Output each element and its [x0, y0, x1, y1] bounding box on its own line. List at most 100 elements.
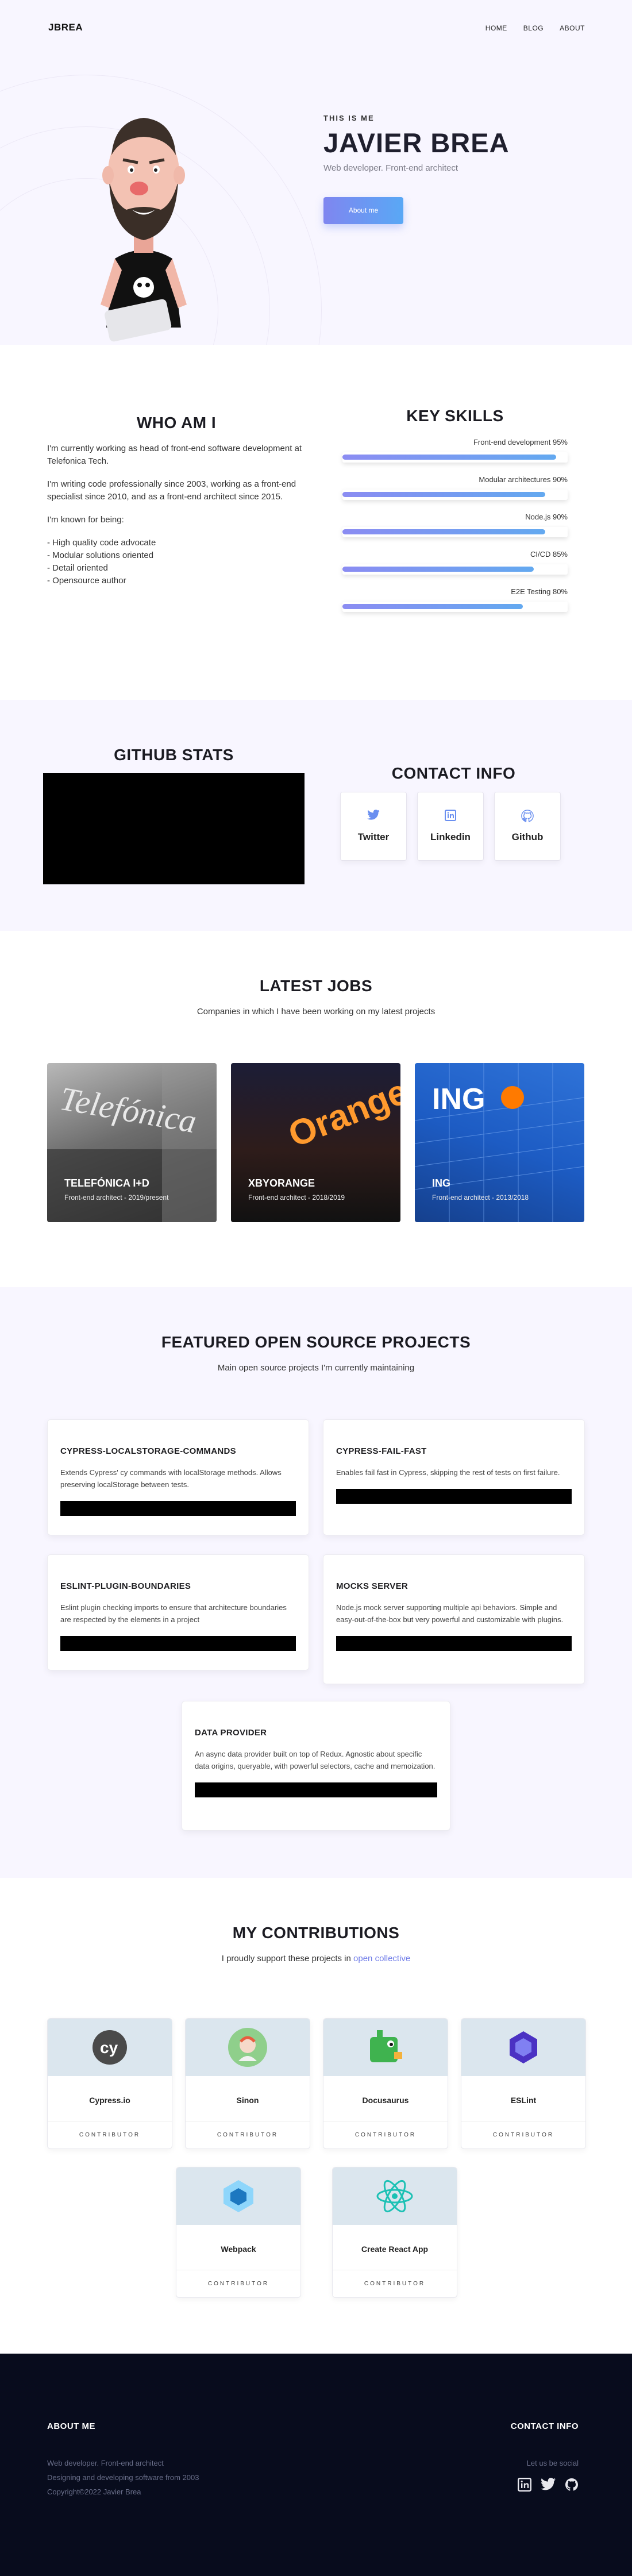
- top-navigation: JBREA HOME BLOG ABOUT: [0, 0, 632, 57]
- avatar-illustration: [101, 118, 187, 342]
- project-badges-image: [195, 1782, 437, 1797]
- contrib-card-eslint[interactable]: ESLint CONTRIBUTOR: [461, 2018, 586, 2149]
- project-card-cypress-localstorage[interactable]: CYPRESS-LOCALSTORAGE-COMMANDS Extends Cy…: [47, 1419, 309, 1535]
- sinon-icon: [228, 2028, 267, 2067]
- hero-eyebrow: THIS IS ME: [323, 114, 375, 122]
- contrib-logo-area: [323, 2019, 448, 2076]
- footer-contact-title: CONTACT INFO: [510, 2421, 579, 2431]
- job-card-telefonica[interactable]: Telefónica TELEFÓNICA I+D Front-end arch…: [47, 1063, 217, 1222]
- open-collective-link[interactable]: open collective: [353, 1954, 410, 1963]
- ing-sign: ING: [432, 1083, 485, 1116]
- contrib-role: CONTRIBUTOR: [48, 2121, 172, 2148]
- project-card-cypress-fail-fast[interactable]: CYPRESS-FAIL-FAST Enables fail fast in C…: [323, 1419, 585, 1535]
- skill-item: CI/CD 85%: [342, 550, 568, 575]
- footer-about: ABOUT ME Web developer. Front-end archit…: [47, 2421, 199, 2496]
- job-card-xbyorange[interactable]: Orange XBYORANGE Front-end architect - 2…: [231, 1063, 400, 1222]
- contrib-name: Docusaurus: [362, 2096, 409, 2105]
- project-description: Extends Cypress' cy commands with localS…: [60, 1468, 282, 1489]
- project-badges-image: [336, 1489, 572, 1504]
- project-badges-image: [336, 1636, 572, 1651]
- trait-item: - Opensource author: [47, 576, 126, 586]
- contact-cards: Twitter Linkedin Github: [340, 792, 561, 861]
- github-icon[interactable]: [565, 2478, 579, 2492]
- skill-bar-track: [342, 602, 568, 612]
- orange-sign: Orange: [283, 1072, 400, 1155]
- who-paragraph: I'm writing code professionally since 20…: [47, 479, 296, 502]
- footer-about-line: Designing and developing software from 2…: [47, 2473, 199, 2482]
- contrib-role: CONTRIBUTOR: [461, 2121, 585, 2148]
- trait-item: - High quality code advocate: [47, 538, 156, 548]
- jobs-subtitle: Companies in which I have been working o…: [196, 1007, 436, 1016]
- trait-item: - Detail oriented: [47, 563, 108, 573]
- skill-bar-fill: [342, 492, 545, 497]
- project-card-mocks-server[interactable]: MOCKS SERVER Node.js mock server support…: [323, 1554, 585, 1684]
- who-paragraph: I'm known for being:: [47, 515, 124, 525]
- footer-social-links: [511, 2478, 579, 2492]
- svg-text:cy: cy: [100, 2039, 118, 2057]
- footer-contact: CONTACT INFO Let us be social: [511, 2421, 579, 2492]
- contact-card-twitter[interactable]: Twitter: [340, 792, 407, 861]
- project-description: Enables fail fast in Cypress, skipping t…: [336, 1468, 560, 1477]
- project-name: ESLINT-PLUGIN-BOUNDARIES: [60, 1581, 191, 1591]
- contrib-name: Webpack: [221, 2244, 256, 2254]
- footer-about-line: Copyright©2022 Javier Brea: [47, 2488, 141, 2496]
- contrib-logo-area: cy: [48, 2019, 172, 2076]
- skill-label: E2E Testing 80%: [511, 587, 568, 596]
- contributions-subtitle: I proudly support these projects in open…: [0, 1954, 632, 1963]
- github-stats-title: GITHUB STATS: [114, 746, 234, 764]
- nav-link-home[interactable]: HOME: [485, 24, 507, 32]
- linkedin-icon[interactable]: [518, 2478, 531, 2492]
- job-card-ing[interactable]: ING ING Front-end architect - 2013/2018: [415, 1063, 584, 1222]
- contrib-role: CONTRIBUTOR: [323, 2121, 448, 2148]
- twitter-icon: [341, 810, 406, 823]
- skill-item: Front-end development 95%: [342, 438, 568, 463]
- skills-title: KEY SKILLS: [406, 407, 504, 425]
- contrib-role: CONTRIBUTOR: [186, 2121, 310, 2148]
- footer-about-line: Web developer. Front-end architect: [47, 2459, 164, 2467]
- hero-subtitle: Web developer. Front-end architect: [323, 163, 458, 173]
- skill-list: Front-end development 95% Modular archite…: [342, 438, 568, 612]
- hero-text: THIS IS ME JAVIER BREA Web developer. Fr…: [323, 114, 510, 224]
- project-description: Eslint plugin checking imports to ensure…: [60, 1603, 287, 1624]
- job-meta: Front-end architect - 2018/2019: [248, 1193, 345, 1202]
- skill-label: Front-end development 95%: [473, 438, 568, 446]
- contrib-card-create-react-app[interactable]: Create React App CONTRIBUTOR: [332, 2167, 457, 2298]
- contrib-name: ESLint: [510, 2096, 537, 2105]
- skill-label: CI/CD 85%: [530, 550, 568, 559]
- traits-list: - High quality code advocate - Modular s…: [47, 537, 306, 587]
- contrib-name: Sinon: [236, 2096, 259, 2105]
- project-card-eslint-boundaries[interactable]: ESLINT-PLUGIN-BOUNDARIES Eslint plugin c…: [47, 1554, 309, 1670]
- site-logo[interactable]: JBREA: [48, 22, 83, 33]
- contrib-card-docusaurus[interactable]: Docusaurus CONTRIBUTOR: [323, 2018, 448, 2149]
- job-meta: Front-end architect - 2019/present: [64, 1193, 169, 1202]
- who-paragraph: I'm currently working as head of front-e…: [47, 444, 302, 466]
- about-me-button[interactable]: About me: [323, 197, 403, 224]
- who-title: WHO AM I: [136, 414, 217, 432]
- contact-card-github[interactable]: Github: [494, 792, 561, 861]
- contrib-card-sinon[interactable]: Sinon CONTRIBUTOR: [185, 2018, 310, 2149]
- contrib-card-webpack[interactable]: Webpack CONTRIBUTOR: [176, 2167, 301, 2298]
- skill-item: E2E Testing 80%: [342, 587, 568, 612]
- twitter-icon[interactable]: [541, 2478, 556, 2490]
- nav-link-blog[interactable]: BLOG: [523, 24, 544, 32]
- contact-card-linkedin[interactable]: Linkedin: [417, 792, 484, 861]
- skill-label: Modular architectures 90%: [479, 475, 568, 484]
- projects-title: FEATURED OPEN SOURCE PROJECTS: [161, 1333, 471, 1351]
- project-badges-image: [60, 1501, 296, 1516]
- footer: ABOUT ME Web developer. Front-end archit…: [0, 2354, 632, 2576]
- github-icon: [495, 810, 560, 823]
- who-am-i: WHO AM I I'm currently working as head o…: [47, 414, 306, 587]
- docusaurus-icon: [370, 2030, 402, 2062]
- skill-bar-track: [342, 490, 568, 500]
- nav-link-about[interactable]: ABOUT: [560, 24, 585, 32]
- contrib-card-cypress[interactable]: cy Cypress.io CONTRIBUTOR: [47, 2018, 172, 2149]
- contributions-subtitle-text: I proudly support these projects in: [221, 1954, 351, 1963]
- project-card-data-provider[interactable]: DATA PROVIDER An async data provider bui…: [182, 1701, 450, 1831]
- cypress-icon: cy: [93, 2030, 127, 2065]
- linkedin-icon: [418, 810, 483, 823]
- hero-name: JAVIER BREA: [323, 128, 510, 158]
- project-badges-image: [60, 1636, 296, 1651]
- contrib-logo-area: [176, 2167, 300, 2225]
- jobs-section: LATEST JOBS Companies in which I have be…: [0, 931, 632, 1287]
- skill-bar-track: [342, 564, 568, 575]
